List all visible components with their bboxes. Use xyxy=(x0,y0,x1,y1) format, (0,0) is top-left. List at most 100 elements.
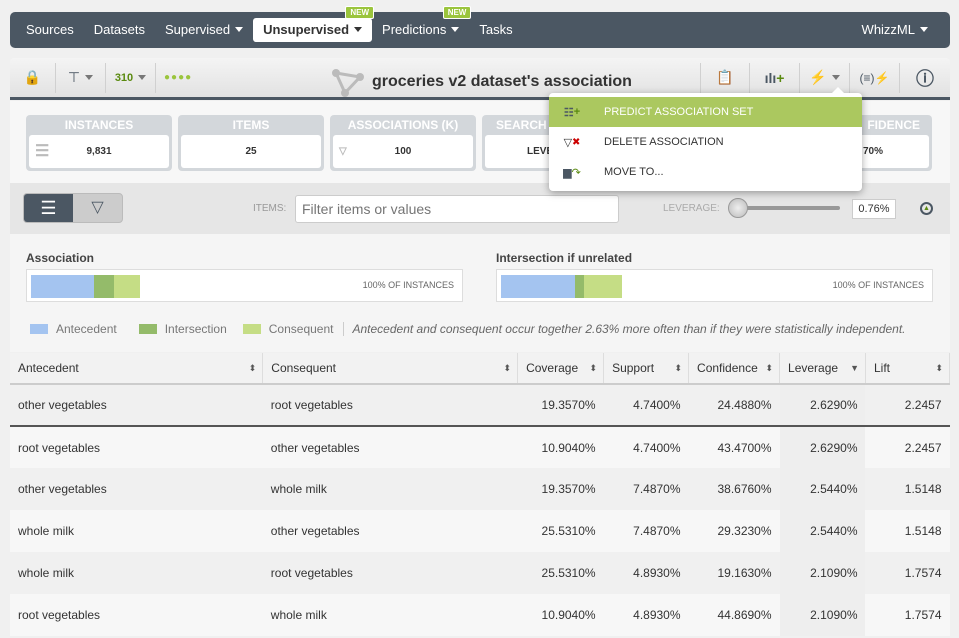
cell-lift: 2.2457 xyxy=(865,426,950,468)
consequent-segment xyxy=(114,275,140,298)
cell-consequent: root vegetables xyxy=(262,383,518,427)
whizzml-script-icon[interactable]: (≡) ⚡ xyxy=(850,62,900,93)
header-label: Confidence xyxy=(697,361,758,375)
nav-tasks[interactable]: Tasks xyxy=(469,18,522,42)
column-header-antecedent[interactable]: Antecedent ⬍ xyxy=(10,353,264,385)
cell-lift: 1.5148 xyxy=(904,482,942,496)
new-badge: NEW xyxy=(442,6,472,19)
items-filter-input[interactable] xyxy=(295,195,619,223)
sort-icon[interactable]: ⬍ xyxy=(249,363,257,374)
menu-predict-association-set[interactable]: ☷ + PREDICT ASSOCIATION SET xyxy=(549,97,862,127)
collapse-icon[interactable]: ▲ xyxy=(920,202,933,215)
leverage-slider-handle[interactable] xyxy=(728,198,748,218)
cell-leverage: 2.5440% xyxy=(779,510,866,552)
rules-table: Antecedent ⬍ Consequent ⬍ Coverage ⬍ Support ⬍ C… xyxy=(10,353,951,636)
actions-dropdown-menu: ☷ + PREDICT ASSOCIATION SET ▽ ✖ DELETE ASSOC… xyxy=(549,87,862,191)
rows-icon: ☰ xyxy=(35,143,50,160)
table-row[interactable]: root vegetables other vegetables 10.9040% 4… xyxy=(10,426,950,468)
header-label: Support xyxy=(612,361,655,375)
cell-coverage: 10.9040% xyxy=(517,426,604,468)
table-row[interactable]: whole milk other vegetables 25.5310% 7.4870… xyxy=(10,510,950,552)
legend-consequent: Consequent xyxy=(268,322,334,336)
caret-down-icon xyxy=(354,27,363,32)
leverage-label: LEVERAGE: xyxy=(663,203,720,214)
nav-sources[interactable]: Sources xyxy=(16,18,84,42)
header-label: Coverage xyxy=(526,361,579,375)
association-bar: 100% OF INSTANCES xyxy=(26,269,463,302)
cell-leverage: 2.6290% xyxy=(779,426,866,468)
cell-confidence: 43.4700% xyxy=(688,426,780,468)
menu-label: MOVE TO... xyxy=(604,166,664,178)
lock-icon[interactable]: 🔒 xyxy=(10,62,56,93)
antecedent-segment xyxy=(31,275,94,298)
cell-consequent: other vegetables xyxy=(262,510,518,552)
menu-label: PREDICT ASSOCIATION SET xyxy=(604,106,754,118)
items-label: ITEMS: xyxy=(253,203,287,214)
cell-support: 4.7400% xyxy=(603,383,689,427)
cell-confidence: 24.4880% xyxy=(688,383,780,427)
tree-structure-icon[interactable]: ⊤ xyxy=(56,62,106,93)
cell-confidence: 29.3230% xyxy=(688,510,780,552)
association-note: Antecedent and consequent occur together… xyxy=(343,322,906,336)
caret-down-icon xyxy=(920,27,928,32)
cell-lift: 1.7574 xyxy=(904,566,942,580)
association-icon: ▽ xyxy=(339,146,347,157)
nav-datasets[interactable]: Datasets xyxy=(84,18,155,42)
nav-predictions[interactable]: Predictions NEW xyxy=(372,6,472,42)
column-header-leverage[interactable]: Leverage ▼ xyxy=(779,353,866,385)
predict-set-icon: ☷ + xyxy=(563,106,581,119)
nav-supervised[interactable]: Supervised xyxy=(155,18,253,42)
menu-move-to[interactable]: ▆ ↷ MOVE TO... xyxy=(549,157,862,187)
sort-desc-icon[interactable]: ▼ xyxy=(850,363,859,373)
column-header-lift[interactable]: Lift ⬍ xyxy=(865,353,951,385)
sort-icon[interactable]: ⬍ xyxy=(590,363,598,374)
cell-support: 4.8930% xyxy=(603,594,689,636)
cell-consequent: whole milk xyxy=(262,594,518,636)
graph-view-button[interactable]: ▽ xyxy=(73,194,122,222)
table-row[interactable]: root vegetables whole milk 10.9040% 4.8930%… xyxy=(10,594,950,636)
add-chart-icon[interactable]: ılı + xyxy=(750,62,800,93)
leverage-value[interactable]: 0.76% xyxy=(852,199,896,219)
list-view-button[interactable]: ☰ xyxy=(24,194,73,222)
legend-antecedent: Antecedent xyxy=(56,322,117,336)
consequent-segment xyxy=(584,275,622,298)
sort-icon[interactable]: ⬍ xyxy=(674,363,682,374)
clipboard-download-icon[interactable]: 📋 xyxy=(700,62,750,93)
sort-icon[interactable]: ⬍ xyxy=(504,363,512,374)
cell-confidence: 38.6760% xyxy=(717,482,772,496)
cell-coverage: 19.3570% xyxy=(517,383,604,427)
caret-down-icon xyxy=(235,27,244,32)
percent-label: 100% OF INSTANCES xyxy=(832,280,924,290)
association-panel: Association 100% OF INSTANCES Intersecti… xyxy=(10,234,950,352)
intersection-bar: 100% OF INSTANCES xyxy=(496,269,933,302)
counter-icon[interactable]: 310 xyxy=(106,62,156,93)
card-instances: INSTANCES ☰ 9,831 xyxy=(26,115,172,171)
nav-label: Predictions xyxy=(382,22,447,37)
cell-confidence: 44.8690% xyxy=(688,594,780,636)
table-row[interactable]: other vegetables whole milk 19.3570% 7.4870… xyxy=(10,468,950,510)
move-folder-icon: ▆ ↷ xyxy=(563,166,581,179)
association-label: Association xyxy=(26,251,95,265)
sort-icon[interactable]: ⬍ xyxy=(765,363,773,374)
caret-down-icon xyxy=(451,27,460,32)
header-label: Antecedent xyxy=(18,361,79,375)
column-header-confidence[interactable]: Confidence ⬍ xyxy=(688,353,781,385)
nav-whizzml[interactable]: WhizzML xyxy=(852,18,938,42)
header-label: Lift xyxy=(873,361,890,375)
menu-delete-association[interactable]: ▽ ✖ DELETE ASSOCIATION xyxy=(549,127,862,157)
cell-consequent: root vegetables xyxy=(270,566,353,580)
column-header-consequent[interactable]: Consequent ⬍ xyxy=(262,353,519,385)
sort-icon[interactable]: ⬍ xyxy=(935,363,943,374)
info-icon[interactable]: ⓘ xyxy=(900,63,950,93)
column-header-coverage[interactable]: Coverage ⬍ xyxy=(517,353,605,385)
cell-antecedent: root vegetables xyxy=(10,426,263,468)
table-row[interactable]: whole milk root vegetables 25.5310% 4.8930%… xyxy=(10,552,950,594)
cell-leverage: 2.5440% xyxy=(779,468,866,510)
nav-label: Supervised xyxy=(165,22,231,37)
intersection-segment xyxy=(94,275,114,298)
cell-coverage: 25.5310% xyxy=(541,566,596,580)
column-header-support[interactable]: Support ⬍ xyxy=(603,353,690,385)
nav-unsupervised[interactable]: Unsupervised NEW xyxy=(253,6,375,42)
association-icon xyxy=(332,69,364,97)
table-row[interactable]: other vegetables root vegetables 19.3570% 4… xyxy=(10,383,950,427)
